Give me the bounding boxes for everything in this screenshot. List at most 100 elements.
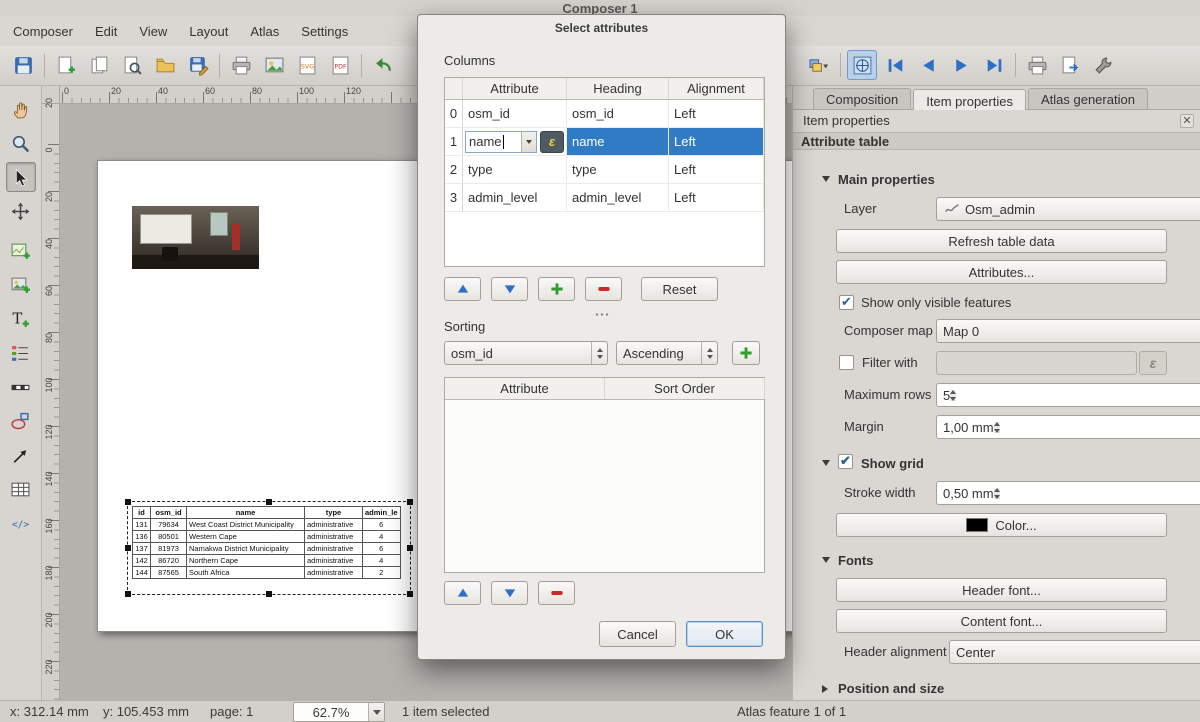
show-only-visible-checkbox[interactable] bbox=[839, 295, 854, 310]
add-arrow-button[interactable] bbox=[6, 440, 36, 470]
duplicate-composition-button[interactable] bbox=[84, 51, 114, 81]
maximum-rows-spinner[interactable] bbox=[950, 390, 956, 401]
add-attribute-table-button[interactable] bbox=[6, 474, 36, 504]
grid-color-button[interactable]: Color... bbox=[836, 513, 1167, 537]
atlas-last-feature-button[interactable] bbox=[979, 50, 1009, 80]
load-template-button[interactable] bbox=[150, 51, 180, 81]
menu-view[interactable]: View bbox=[128, 18, 178, 45]
add-scalebar-button[interactable] bbox=[6, 372, 36, 402]
ok-button[interactable]: OK bbox=[686, 621, 763, 647]
stroke-width-spinbox[interactable]: 0,50 mm bbox=[936, 481, 1200, 505]
undo-button[interactable] bbox=[368, 51, 398, 81]
add-legend-button[interactable] bbox=[6, 338, 36, 368]
new-composition-button[interactable] bbox=[51, 51, 81, 81]
export-image-button[interactable] bbox=[259, 51, 289, 81]
alignment-cell[interactable]: Left bbox=[669, 156, 764, 183]
attribute-expression-button[interactable]: ε bbox=[540, 131, 564, 153]
add-html-button[interactable]: </> bbox=[6, 508, 36, 538]
refresh-table-data-button[interactable]: Refresh table data bbox=[836, 229, 1167, 253]
columns-table-row[interactable]: 3admin_leveladmin_levelLeft bbox=[445, 184, 764, 212]
tab-composition[interactable]: Composition bbox=[813, 88, 911, 109]
stroke-width-spinner[interactable] bbox=[994, 488, 1000, 499]
menu-layout[interactable]: Layout bbox=[178, 18, 239, 45]
alignment-cell[interactable]: Left bbox=[669, 128, 764, 155]
atlas-settings-button[interactable] bbox=[1088, 50, 1118, 80]
print-button[interactable] bbox=[226, 51, 256, 81]
move-sort-up-button[interactable] bbox=[444, 581, 481, 605]
heading-cell[interactable]: osm_id bbox=[567, 100, 669, 127]
move-sort-down-button[interactable] bbox=[491, 581, 528, 605]
atlas-first-feature-button[interactable] bbox=[880, 50, 910, 80]
heading-cell[interactable]: admin_level bbox=[567, 184, 669, 211]
add-attribute-button[interactable] bbox=[538, 277, 575, 301]
attribute-edit-combo[interactable]: name bbox=[465, 131, 537, 153]
attribute-cell[interactable]: type bbox=[463, 156, 567, 183]
group-show-grid[interactable]: Show grid bbox=[793, 454, 1200, 474]
attributes-button[interactable]: Attributes... bbox=[836, 260, 1167, 284]
margin-spinbox[interactable]: 1,00 mm bbox=[936, 415, 1200, 439]
tab-atlas-generation[interactable]: Atlas generation bbox=[1028, 88, 1148, 109]
add-map-button[interactable] bbox=[6, 236, 36, 266]
layer-dropdown[interactable] bbox=[804, 50, 834, 80]
filter-expression-input[interactable] bbox=[936, 351, 1137, 375]
columns-table-row[interactable]: 2typetypeLeft bbox=[445, 156, 764, 184]
show-grid-checkbox[interactable] bbox=[838, 454, 853, 469]
menu-edit[interactable]: Edit bbox=[84, 18, 128, 45]
reset-columns-button[interactable]: Reset bbox=[641, 277, 718, 301]
add-sort-column-button[interactable] bbox=[732, 341, 760, 365]
remove-sort-button[interactable] bbox=[538, 581, 575, 605]
menu-composer[interactable]: Composer bbox=[2, 18, 84, 45]
maximum-rows-spinbox[interactable]: 5 bbox=[936, 383, 1200, 407]
sorting-attribute-combo[interactable]: osm_id bbox=[444, 341, 608, 365]
attribute-cell[interactable]: osm_id bbox=[463, 100, 567, 127]
export-svg-button[interactable]: SVG bbox=[292, 51, 322, 81]
alignment-cell[interactable]: Left bbox=[669, 184, 764, 211]
zoom-level-combo[interactable]: 62.7% bbox=[293, 702, 385, 722]
layer-combo[interactable]: Osm_admin bbox=[936, 197, 1200, 221]
print-atlas-button[interactable] bbox=[1022, 50, 1052, 80]
header-font-button[interactable]: Header font... bbox=[836, 578, 1167, 602]
move-attribute-up-button[interactable] bbox=[444, 277, 481, 301]
sorting-order-combo[interactable]: Ascending bbox=[616, 341, 718, 365]
filter-expression-button[interactable]: ε bbox=[1139, 351, 1167, 375]
picture-item[interactable] bbox=[132, 206, 259, 269]
group-position-and-size[interactable]: Position and size bbox=[793, 679, 1200, 699]
margin-spinner[interactable] bbox=[994, 422, 1000, 433]
columns-table-row[interactable]: 0osm_idosm_idLeft bbox=[445, 100, 764, 128]
menu-settings[interactable]: Settings bbox=[290, 18, 359, 45]
header-alignment-combo[interactable]: Center bbox=[949, 640, 1200, 664]
save-button[interactable] bbox=[8, 51, 38, 81]
filter-with-checkbox[interactable] bbox=[839, 355, 854, 370]
add-label-button[interactable]: T bbox=[6, 304, 36, 334]
composer-map-combo[interactable]: Map 0 bbox=[936, 319, 1200, 343]
pan-tool[interactable] bbox=[6, 94, 36, 124]
combo-dropdown-arrow-icon[interactable] bbox=[521, 132, 536, 152]
group-fonts[interactable]: Fonts bbox=[793, 551, 1200, 571]
heading-cell[interactable]: name bbox=[567, 128, 669, 155]
atlas-preview-toggle[interactable] bbox=[847, 50, 877, 80]
zoom-tool[interactable] bbox=[6, 128, 36, 158]
sorting-attribute-spinner[interactable] bbox=[591, 342, 607, 364]
content-font-button[interactable]: Content font... bbox=[836, 609, 1167, 633]
composer-manager-button[interactable] bbox=[117, 51, 147, 81]
panel-close-button[interactable]: ✕ bbox=[1180, 114, 1194, 128]
remove-attribute-button[interactable] bbox=[585, 277, 622, 301]
attribute-cell[interactable]: admin_level bbox=[463, 184, 567, 211]
group-main-properties[interactable]: Main properties bbox=[793, 170, 1200, 190]
alignment-cell[interactable]: Left bbox=[669, 100, 764, 127]
move-attribute-down-button[interactable] bbox=[491, 277, 528, 301]
menu-atlas[interactable]: Atlas bbox=[239, 18, 290, 45]
tab-item-properties[interactable]: Item properties bbox=[913, 89, 1026, 110]
move-item-content-tool[interactable] bbox=[6, 196, 36, 226]
export-atlas-button[interactable] bbox=[1055, 50, 1085, 80]
columns-table-row[interactable]: 1nameεnameLeft bbox=[445, 128, 764, 156]
sorting-order-spinner[interactable] bbox=[701, 342, 717, 364]
export-pdf-button[interactable]: PDF bbox=[325, 51, 355, 81]
save-as-template-button[interactable] bbox=[183, 51, 213, 81]
attribute-table-item[interactable]: idosm_idnametypeadmin_le13179634West Coa… bbox=[132, 506, 401, 579]
attribute-cell[interactable]: nameε bbox=[463, 128, 567, 155]
heading-cell[interactable]: type bbox=[567, 156, 669, 183]
atlas-next-feature-button[interactable] bbox=[946, 50, 976, 80]
add-image-button[interactable] bbox=[6, 270, 36, 300]
cancel-button[interactable]: Cancel bbox=[599, 621, 676, 647]
